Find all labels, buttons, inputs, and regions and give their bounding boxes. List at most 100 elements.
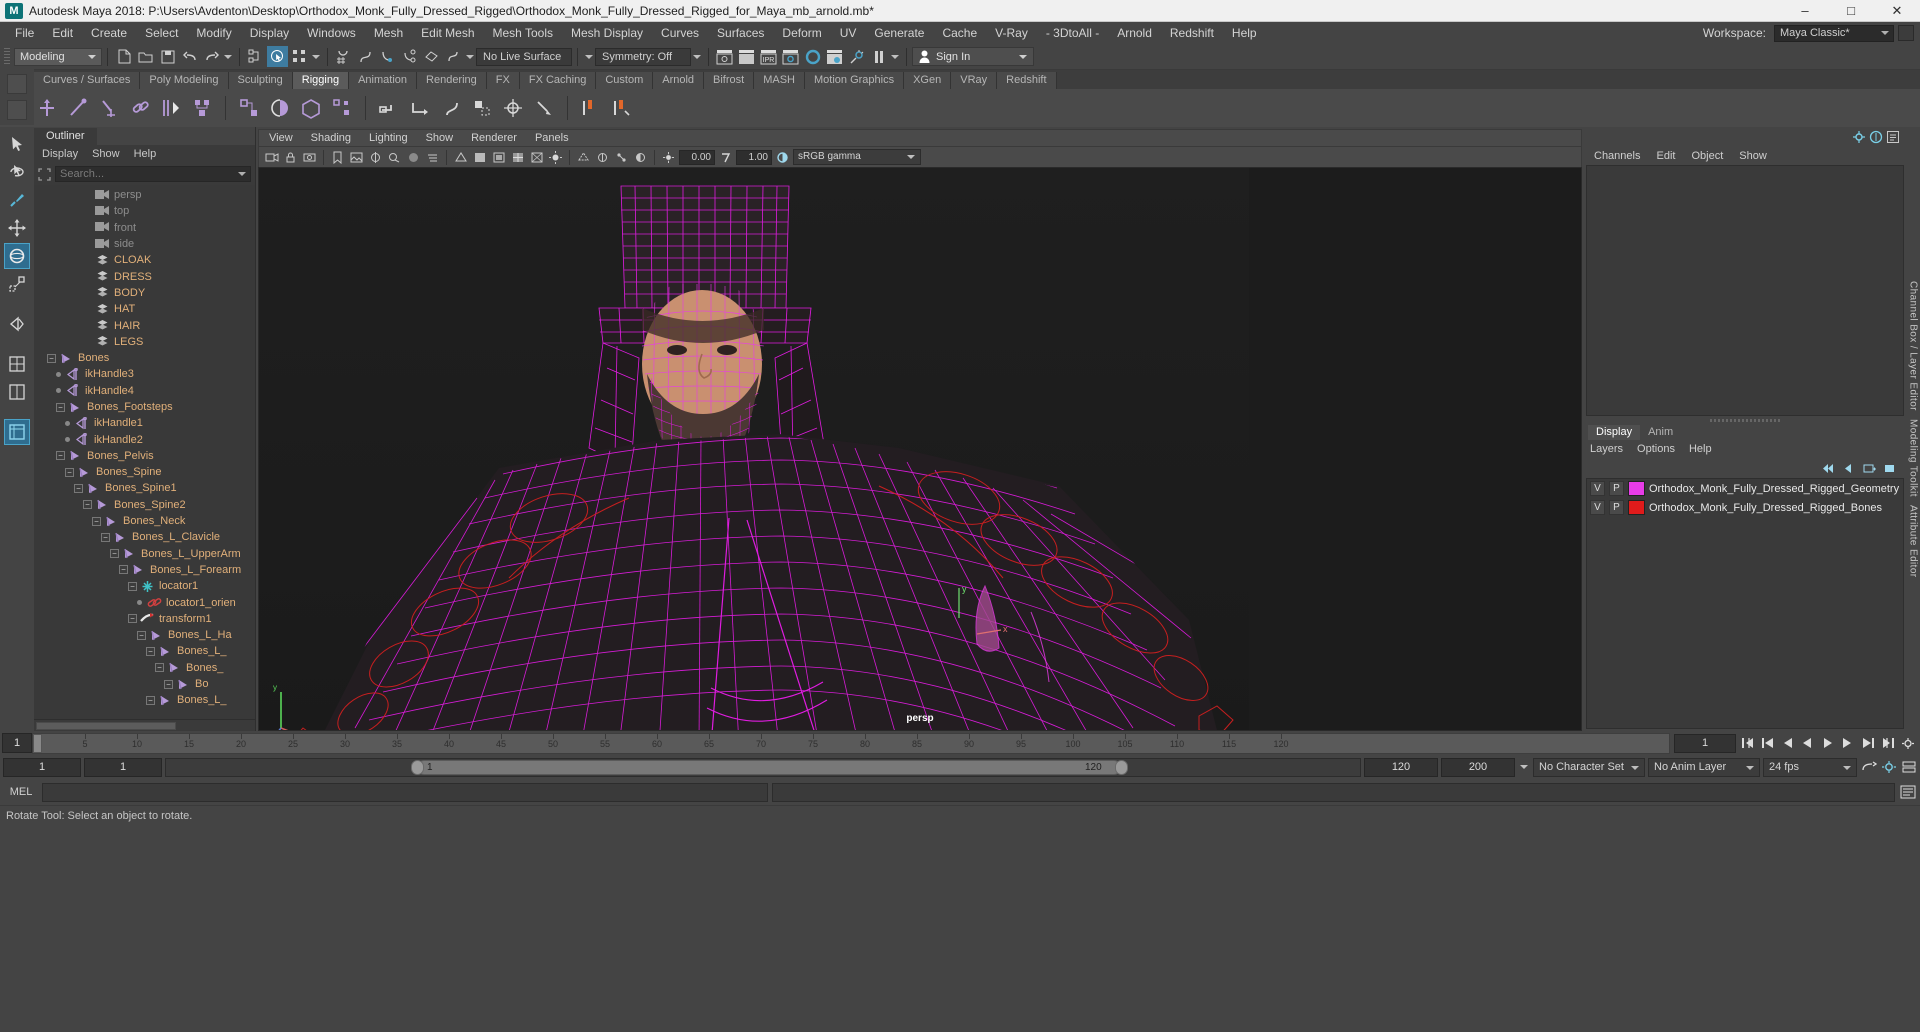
layer-visibility-toggle[interactable]: V [1590,500,1605,515]
outliner-menu-show[interactable]: Show [92,148,120,160]
layer-tab-anim[interactable]: Anim [1640,425,1681,440]
single-pane-layout-icon[interactable] [4,351,30,377]
live-surface-field[interactable]: No Live Surface [476,47,572,66]
outliner-row[interactable]: − Bones_L_ [34,692,255,708]
shelf-tab-rendering[interactable]: Rendering [417,72,487,89]
xray-icon[interactable] [575,149,592,166]
auto-key-icon[interactable] [1860,759,1877,776]
viewport-menu-lighting[interactable]: Lighting [369,132,408,144]
panel-resize-handle[interactable] [1584,416,1906,424]
collapse-toggle[interactable]: − [74,483,83,493]
channel-box-menu-show[interactable]: Show [1739,150,1767,162]
time-slider-track[interactable]: 5 10 15 20 25 30 35 40 45 50 55 60 65 70 75 80 85 90 95 100… [32,732,1670,754]
layer-list[interactable]: V P Orthodox_Monk_Fully_Dressed_Rigged_G… [1586,478,1904,729]
sign-in-button[interactable]: Sign In [912,47,1034,66]
play-backwards-icon[interactable] [1799,735,1816,752]
pause-render-icon[interactable] [868,46,889,67]
menuset-selector[interactable]: Modeling [14,47,102,66]
motion-blur-icon[interactable] [424,149,441,166]
exposure-icon[interactable] [660,149,677,166]
shelf-tab-custom[interactable]: Custom [596,72,654,89]
mel-command-input[interactable] [42,782,768,802]
snap-to-curve-icon[interactable] [355,46,376,67]
attribute-editor-toggle-icon[interactable] [1886,130,1900,144]
channel-box-toggle-icon[interactable] [1869,130,1883,144]
menu-item-curves[interactable]: Curves [652,22,708,44]
file-group-expand-icon[interactable] [222,48,234,66]
save-scene-icon[interactable] [157,46,178,67]
menu-item-generate[interactable]: Generate [865,22,933,44]
collapse-toggle[interactable]: − [128,581,137,591]
viewport-menu-shading[interactable]: Shading [311,132,351,144]
render-current-frame-icon[interactable] [714,46,735,67]
outliner-row[interactable]: DRESS [34,268,255,284]
shelf-tab-poly-modeling[interactable]: Poly Modeling [140,72,229,89]
shelf-tab-vray[interactable]: VRay [951,72,998,89]
camera-attributes-icon[interactable] [301,149,318,166]
selection-group-expand-icon[interactable] [310,48,322,66]
outliner-menu-help[interactable]: Help [134,148,157,160]
shelf-tab-motion-graphics[interactable]: Motion Graphics [805,72,905,89]
outliner-row[interactable]: ikHandle1 [34,415,255,431]
menu-item-mesh[interactable]: Mesh [365,22,412,44]
outliner-row[interactable]: − Bones_Pelvis [34,448,255,464]
menu-item-display[interactable]: Display [241,22,298,44]
outliner-row[interactable]: HAIR [34,317,255,333]
outliner-row[interactable]: − Bones_L_Clavicle [34,529,255,545]
side-tab-attribute-editor[interactable]: Attribute Editor [1908,501,1919,582]
outliner-row[interactable]: ikHandle4 [34,383,255,399]
ipr-render-icon[interactable]: IPR [758,46,779,67]
menu-item-mesh-display[interactable]: Mesh Display [562,22,652,44]
animation-prefs-icon[interactable] [1880,759,1897,776]
workspace-selector[interactable]: Maya Classic* [1774,24,1894,42]
two-sided-lighting-icon[interactable] [367,149,384,166]
menu-item-surfaces[interactable]: Surfaces [708,22,773,44]
collapse-toggle[interactable]: − [65,467,74,477]
outliner-tree[interactable]: persp top front side CLOAK DRESS BODY HAT HAIR LE… [34,185,255,719]
light-editor-icon[interactable] [846,46,867,67]
snap-group-expand-icon[interactable] [464,48,476,66]
outliner-tab[interactable]: Outliner [34,128,97,145]
outliner-row[interactable]: ikHandle3 [34,366,255,382]
snap-to-projected-center-icon[interactable] [399,46,420,67]
collapse-toggle[interactable]: − [92,516,101,526]
outliner-row[interactable]: front [34,220,255,236]
create-ik-spline-icon[interactable] [96,95,122,121]
wireframe-shading-icon[interactable] [452,149,469,166]
range-start-field[interactable]: 1 [3,757,81,777]
layer-new-icon[interactable] [1862,462,1877,475]
create-constraint-icon[interactable] [127,95,153,121]
smooth-shade-icon[interactable] [471,149,488,166]
layer-new-from-selection-icon[interactable] [1883,462,1898,475]
shelf-menu-icon[interactable] [7,100,27,120]
range-right-handle[interactable] [1115,759,1128,775]
go-to-start-icon[interactable] [1739,735,1756,752]
undo-icon[interactable] [179,46,200,67]
symmetry-field[interactable]: Symmetry: Off [595,47,691,66]
shelf-tab-fx-caching[interactable]: FX Caching [519,72,597,89]
current-frame-field[interactable]: 1 [2,733,32,753]
collapse-toggle[interactable]: − [101,532,110,542]
gamma-icon[interactable] [717,149,734,166]
viewport-menu-view[interactable]: View [269,132,293,144]
outliner-row[interactable]: locator1_orien [34,594,255,610]
wrap-deformer-icon[interactable] [298,95,324,121]
minimize-button[interactable]: – [1782,0,1828,21]
cluster-deformer-icon[interactable] [267,95,293,121]
move-tool-icon[interactable] [4,215,30,241]
outliner-row[interactable]: − Bones_Spine2 [34,497,255,513]
create-ik-handle-icon[interactable] [65,95,91,121]
connect-joint-icon[interactable] [531,95,557,121]
create-joint-icon[interactable] [34,95,60,121]
paint-skin-weights-icon[interactable] [189,95,215,121]
step-back-key-icon[interactable] [1759,735,1776,752]
layer-menu-layers[interactable]: Layers [1590,443,1623,455]
symmetry-expand-icon[interactable] [583,48,595,66]
collapse-toggle[interactable]: − [119,565,128,575]
bookmark-icon[interactable] [329,149,346,166]
menu-item-deform[interactable]: Deform [773,22,830,44]
anim-layer-options-icon[interactable] [1900,759,1917,776]
layer-first-icon[interactable] [1820,462,1835,475]
shelf-tab-arnold[interactable]: Arnold [653,72,705,89]
collapse-toggle[interactable]: − [146,646,155,656]
